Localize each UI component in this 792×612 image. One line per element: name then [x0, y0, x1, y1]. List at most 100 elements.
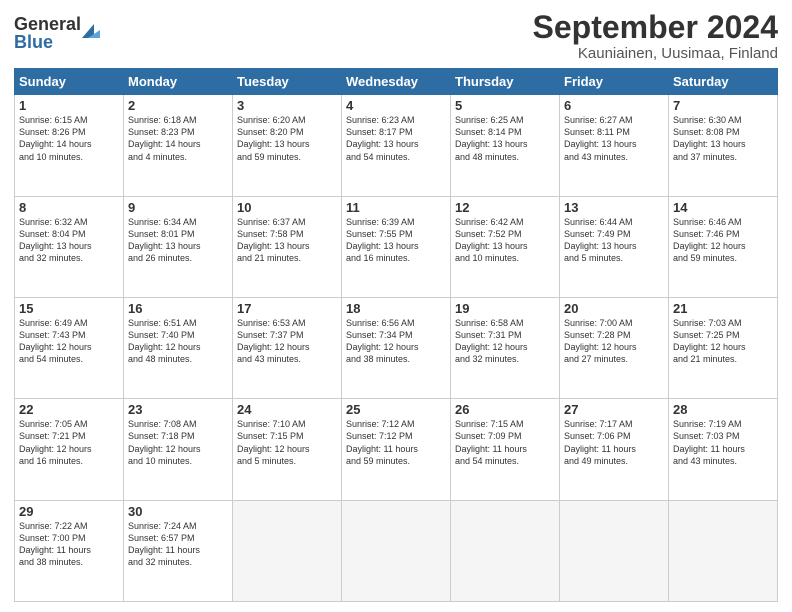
- day-detail: Sunrise: 6:34 AMSunset: 8:01 PMDaylight:…: [128, 216, 228, 265]
- day-detail: Sunrise: 6:56 AMSunset: 7:34 PMDaylight:…: [346, 317, 446, 366]
- table-row: 27Sunrise: 7:17 AMSunset: 7:06 PMDayligh…: [560, 399, 669, 500]
- day-number: 27: [564, 402, 664, 417]
- day-number: 28: [673, 402, 773, 417]
- calendar-week-row: 1Sunrise: 6:15 AMSunset: 8:26 PMDaylight…: [15, 95, 778, 196]
- day-number: 10: [237, 200, 337, 215]
- day-detail: Sunrise: 6:39 AMSunset: 7:55 PMDaylight:…: [346, 216, 446, 265]
- day-detail: Sunrise: 6:58 AMSunset: 7:31 PMDaylight:…: [455, 317, 555, 366]
- day-number: 11: [346, 200, 446, 215]
- table-row: 4Sunrise: 6:23 AMSunset: 8:17 PMDaylight…: [342, 95, 451, 196]
- table-row: 20Sunrise: 7:00 AMSunset: 7:28 PMDayligh…: [560, 297, 669, 398]
- col-friday: Friday: [560, 69, 669, 95]
- table-row: 8Sunrise: 6:32 AMSunset: 8:04 PMDaylight…: [15, 196, 124, 297]
- table-row: 19Sunrise: 6:58 AMSunset: 7:31 PMDayligh…: [451, 297, 560, 398]
- day-detail: Sunrise: 6:49 AMSunset: 7:43 PMDaylight:…: [19, 317, 119, 366]
- day-number: 16: [128, 301, 228, 316]
- day-number: 22: [19, 402, 119, 417]
- table-row: 13Sunrise: 6:44 AMSunset: 7:49 PMDayligh…: [560, 196, 669, 297]
- day-number: 9: [128, 200, 228, 215]
- day-number: 7: [673, 98, 773, 113]
- col-monday: Monday: [124, 69, 233, 95]
- calendar-header-row: Sunday Monday Tuesday Wednesday Thursday…: [15, 69, 778, 95]
- col-tuesday: Tuesday: [233, 69, 342, 95]
- day-detail: Sunrise: 7:05 AMSunset: 7:21 PMDaylight:…: [19, 418, 119, 467]
- calendar-week-row: 15Sunrise: 6:49 AMSunset: 7:43 PMDayligh…: [15, 297, 778, 398]
- table-row: 17Sunrise: 6:53 AMSunset: 7:37 PMDayligh…: [233, 297, 342, 398]
- table-row: 7Sunrise: 6:30 AMSunset: 8:08 PMDaylight…: [669, 95, 778, 196]
- day-number: 24: [237, 402, 337, 417]
- day-detail: Sunrise: 6:20 AMSunset: 8:20 PMDaylight:…: [237, 114, 337, 163]
- table-row: 18Sunrise: 6:56 AMSunset: 7:34 PMDayligh…: [342, 297, 451, 398]
- table-row: 2Sunrise: 6:18 AMSunset: 8:23 PMDaylight…: [124, 95, 233, 196]
- calendar-title: September 2024: [533, 10, 778, 45]
- col-thursday: Thursday: [451, 69, 560, 95]
- table-row: 23Sunrise: 7:08 AMSunset: 7:18 PMDayligh…: [124, 399, 233, 500]
- table-row: [669, 500, 778, 601]
- day-number: 5: [455, 98, 555, 113]
- table-row: 5Sunrise: 6:25 AMSunset: 8:14 PMDaylight…: [451, 95, 560, 196]
- day-number: 23: [128, 402, 228, 417]
- day-number: 29: [19, 504, 119, 519]
- day-detail: Sunrise: 7:17 AMSunset: 7:06 PMDaylight:…: [564, 418, 664, 467]
- day-detail: Sunrise: 6:27 AMSunset: 8:11 PMDaylight:…: [564, 114, 664, 163]
- col-wednesday: Wednesday: [342, 69, 451, 95]
- table-row: 6Sunrise: 6:27 AMSunset: 8:11 PMDaylight…: [560, 95, 669, 196]
- day-number: 19: [455, 301, 555, 316]
- day-detail: Sunrise: 6:53 AMSunset: 7:37 PMDaylight:…: [237, 317, 337, 366]
- table-row: 24Sunrise: 7:10 AMSunset: 7:15 PMDayligh…: [233, 399, 342, 500]
- day-number: 25: [346, 402, 446, 417]
- table-row: 1Sunrise: 6:15 AMSunset: 8:26 PMDaylight…: [15, 95, 124, 196]
- day-detail: Sunrise: 7:24 AMSunset: 6:57 PMDaylight:…: [128, 520, 228, 569]
- table-row: 3Sunrise: 6:20 AMSunset: 8:20 PMDaylight…: [233, 95, 342, 196]
- table-row: 22Sunrise: 7:05 AMSunset: 7:21 PMDayligh…: [15, 399, 124, 500]
- table-row: 14Sunrise: 6:46 AMSunset: 7:46 PMDayligh…: [669, 196, 778, 297]
- day-number: 17: [237, 301, 337, 316]
- header: General Blue September 2024 Kauniainen, …: [14, 10, 778, 62]
- day-number: 21: [673, 301, 773, 316]
- day-detail: Sunrise: 6:15 AMSunset: 8:26 PMDaylight:…: [19, 114, 119, 163]
- day-detail: Sunrise: 7:10 AMSunset: 7:15 PMDaylight:…: [237, 418, 337, 467]
- day-detail: Sunrise: 6:37 AMSunset: 7:58 PMDaylight:…: [237, 216, 337, 265]
- table-row: [342, 500, 451, 601]
- day-number: 12: [455, 200, 555, 215]
- day-number: 13: [564, 200, 664, 215]
- table-row: 26Sunrise: 7:15 AMSunset: 7:09 PMDayligh…: [451, 399, 560, 500]
- col-sunday: Sunday: [15, 69, 124, 95]
- svg-text:Blue: Blue: [14, 32, 53, 52]
- logo-text: General Blue: [14, 10, 104, 59]
- title-block: September 2024 Kauniainen, Uusimaa, Finl…: [533, 10, 778, 62]
- day-number: 6: [564, 98, 664, 113]
- day-detail: Sunrise: 7:15 AMSunset: 7:09 PMDaylight:…: [455, 418, 555, 467]
- day-number: 20: [564, 301, 664, 316]
- col-saturday: Saturday: [669, 69, 778, 95]
- day-detail: Sunrise: 6:42 AMSunset: 7:52 PMDaylight:…: [455, 216, 555, 265]
- day-detail: Sunrise: 6:23 AMSunset: 8:17 PMDaylight:…: [346, 114, 446, 163]
- day-detail: Sunrise: 6:46 AMSunset: 7:46 PMDaylight:…: [673, 216, 773, 265]
- day-detail: Sunrise: 7:22 AMSunset: 7:00 PMDaylight:…: [19, 520, 119, 569]
- day-number: 15: [19, 301, 119, 316]
- table-row: 11Sunrise: 6:39 AMSunset: 7:55 PMDayligh…: [342, 196, 451, 297]
- logo: General Blue: [14, 10, 104, 59]
- day-number: 4: [346, 98, 446, 113]
- table-row: 28Sunrise: 7:19 AMSunset: 7:03 PMDayligh…: [669, 399, 778, 500]
- day-detail: Sunrise: 6:30 AMSunset: 8:08 PMDaylight:…: [673, 114, 773, 163]
- table-row: [451, 500, 560, 601]
- day-number: 1: [19, 98, 119, 113]
- table-row: [560, 500, 669, 601]
- table-row: 10Sunrise: 6:37 AMSunset: 7:58 PMDayligh…: [233, 196, 342, 297]
- day-number: 2: [128, 98, 228, 113]
- day-number: 26: [455, 402, 555, 417]
- page: General Blue September 2024 Kauniainen, …: [0, 0, 792, 612]
- table-row: 21Sunrise: 7:03 AMSunset: 7:25 PMDayligh…: [669, 297, 778, 398]
- table-row: 9Sunrise: 6:34 AMSunset: 8:01 PMDaylight…: [124, 196, 233, 297]
- day-detail: Sunrise: 7:08 AMSunset: 7:18 PMDaylight:…: [128, 418, 228, 467]
- calendar-table: Sunday Monday Tuesday Wednesday Thursday…: [14, 68, 778, 602]
- svg-text:General: General: [14, 14, 81, 34]
- table-row: 16Sunrise: 6:51 AMSunset: 7:40 PMDayligh…: [124, 297, 233, 398]
- day-detail: Sunrise: 6:18 AMSunset: 8:23 PMDaylight:…: [128, 114, 228, 163]
- table-row: 12Sunrise: 6:42 AMSunset: 7:52 PMDayligh…: [451, 196, 560, 297]
- day-number: 3: [237, 98, 337, 113]
- table-row: 30Sunrise: 7:24 AMSunset: 6:57 PMDayligh…: [124, 500, 233, 601]
- day-detail: Sunrise: 6:25 AMSunset: 8:14 PMDaylight:…: [455, 114, 555, 163]
- day-number: 30: [128, 504, 228, 519]
